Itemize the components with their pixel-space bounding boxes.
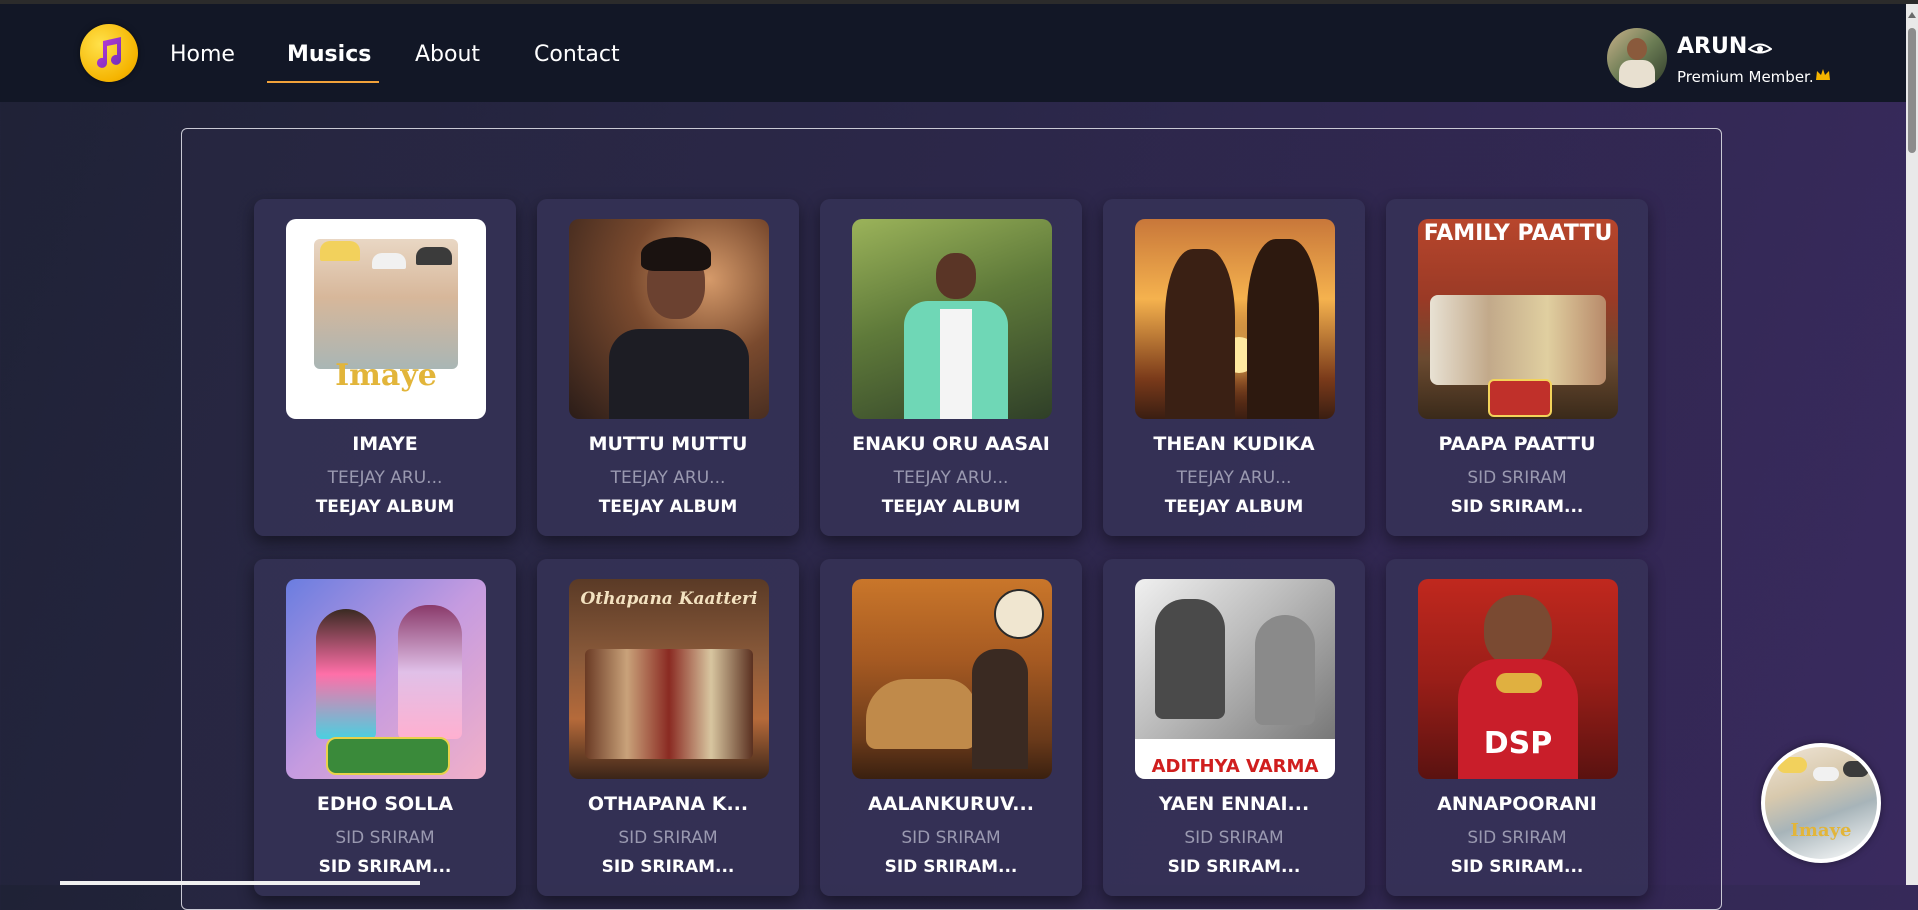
song-title: ENAKU ORU AASAI <box>852 433 1050 455</box>
song-album: SID SRIRAM... <box>1167 857 1301 877</box>
song-artist: TEEJAY ARU... <box>327 468 443 488</box>
song-title: EDHO SOLLA <box>316 793 454 815</box>
song-artist: TEEJAY ARU... <box>610 468 726 488</box>
song-card[interactable]: ADITHYA VARMA YAEN ENNAI... SID SRIRAM S… <box>1103 559 1365 896</box>
song-artist: TEEJAY ARU... <box>893 468 1009 488</box>
song-album: TEEJAY ALBUM <box>598 497 738 517</box>
user-name: ARUN <box>1677 34 1748 59</box>
song-title: MUTTU MUTTU <box>588 433 748 455</box>
song-title: OTHAPANA K... <box>587 793 749 815</box>
cover-art-text: ADITHYA VARMA <box>1151 756 1319 777</box>
album-cover <box>1135 219 1335 419</box>
page-scrollbar[interactable] <box>1906 4 1918 885</box>
album-cover: Imaye <box>286 219 486 419</box>
song-card[interactable]: EDHO SOLLA SID SRIRAM SID SRIRAM... <box>254 559 516 896</box>
nav-musics-link[interactable]: Musics <box>287 42 371 67</box>
nav-about-link[interactable]: About <box>415 42 480 67</box>
song-card[interactable]: MUTTU MUTTU TEEJAY ARU... TEEJAY ALBUM <box>537 199 799 536</box>
nav-home-link[interactable]: Home <box>170 42 235 67</box>
now-playing-cover: Imaye <box>1765 747 1877 859</box>
song-album: TEEJAY ALBUM <box>1164 497 1304 517</box>
user-avatar[interactable] <box>1607 28 1667 88</box>
song-title: AALANKURUV... <box>868 793 1034 815</box>
song-card[interactable]: Othapana Kaatteri OTHAPANA K... SID SRIR… <box>537 559 799 896</box>
bottom-edge-bar <box>60 881 420 885</box>
album-cover <box>569 219 769 419</box>
song-album: SID SRIRAM... <box>1450 497 1584 517</box>
song-title: PAAPA PAATTU <box>1438 433 1596 455</box>
song-album: TEEJAY ALBUM <box>315 497 455 517</box>
active-nav-indicator <box>267 81 379 83</box>
song-artist: SID SRIRAM <box>1184 828 1284 848</box>
song-artist: SID SRIRAM <box>1467 468 1567 488</box>
song-artist: SID SRIRAM <box>1467 828 1567 848</box>
song-title: IMAYE <box>352 433 418 455</box>
song-card[interactable]: FAMILY PAATTU PAAPA PAATTU SID SRIRAM SI… <box>1386 199 1648 536</box>
album-cover <box>852 579 1052 779</box>
album-cover: DSP <box>1418 579 1618 779</box>
album-cover: Othapana Kaatteri <box>569 579 769 779</box>
album-cover <box>286 579 486 779</box>
now-playing-cover-text: Imaye <box>1790 820 1852 841</box>
song-card[interactable]: ENAKU ORU AASAI TEEJAY ARU... TEEJAY ALB… <box>820 199 1082 536</box>
song-card[interactable]: Imaye IMAYE TEEJAY ARU... TEEJAY ALBUM <box>254 199 516 536</box>
song-album: SID SRIRAM... <box>318 857 452 877</box>
song-card[interactable]: DSP ANNAPOORANI SID SRIRAM SID SRIRAM... <box>1386 559 1648 896</box>
cover-art-text: FAMILY PAATTU <box>1423 221 1613 246</box>
song-album: SID SRIRAM... <box>1450 857 1584 877</box>
crown-icon <box>1816 69 1830 80</box>
now-playing-mini-player[interactable]: Imaye <box>1761 743 1881 863</box>
song-title: YAEN ENNAI... <box>1158 793 1310 815</box>
navbar: Home Musics About Contact ARUN Premium M… <box>0 4 1918 102</box>
music-grid-panel: Imaye IMAYE TEEJAY ARU... TEEJAY ALBUM M… <box>181 128 1722 910</box>
music-logo-icon[interactable] <box>80 24 138 82</box>
song-card[interactable]: THEAN KUDIKA TEEJAY ARU... TEEJAY ALBUM <box>1103 199 1365 536</box>
membership-status: Premium Member. <box>1677 68 1814 86</box>
song-card[interactable]: AALANKURUV... SID SRIRAM SID SRIRAM... <box>820 559 1082 896</box>
album-cover: FAMILY PAATTU <box>1418 219 1618 419</box>
scroll-up-arrow-icon[interactable] <box>1908 12 1916 18</box>
song-artist: SID SRIRAM <box>335 828 435 848</box>
song-artist: SID SRIRAM <box>901 828 1001 848</box>
cover-art-text: Othapana Kaatteri <box>580 589 758 609</box>
song-title: THEAN KUDIKA <box>1153 433 1315 455</box>
cover-art-text: DSP <box>1483 726 1553 761</box>
scrollbar-thumb[interactable] <box>1908 28 1916 153</box>
eye-icon[interactable] <box>1748 42 1772 56</box>
song-artist: SID SRIRAM <box>618 828 718 848</box>
song-album: TEEJAY ALBUM <box>881 497 1021 517</box>
song-title: ANNAPOORANI <box>1437 793 1597 815</box>
song-artist: TEEJAY ARU... <box>1176 468 1292 488</box>
nav-contact-link[interactable]: Contact <box>534 42 620 67</box>
song-album: SID SRIRAM... <box>601 857 735 877</box>
album-cover: ADITHYA VARMA <box>1135 579 1335 779</box>
cover-art-text: Imaye <box>335 358 437 393</box>
album-cover <box>852 219 1052 419</box>
song-album: SID SRIRAM... <box>884 857 1018 877</box>
music-note-icon <box>97 37 121 68</box>
